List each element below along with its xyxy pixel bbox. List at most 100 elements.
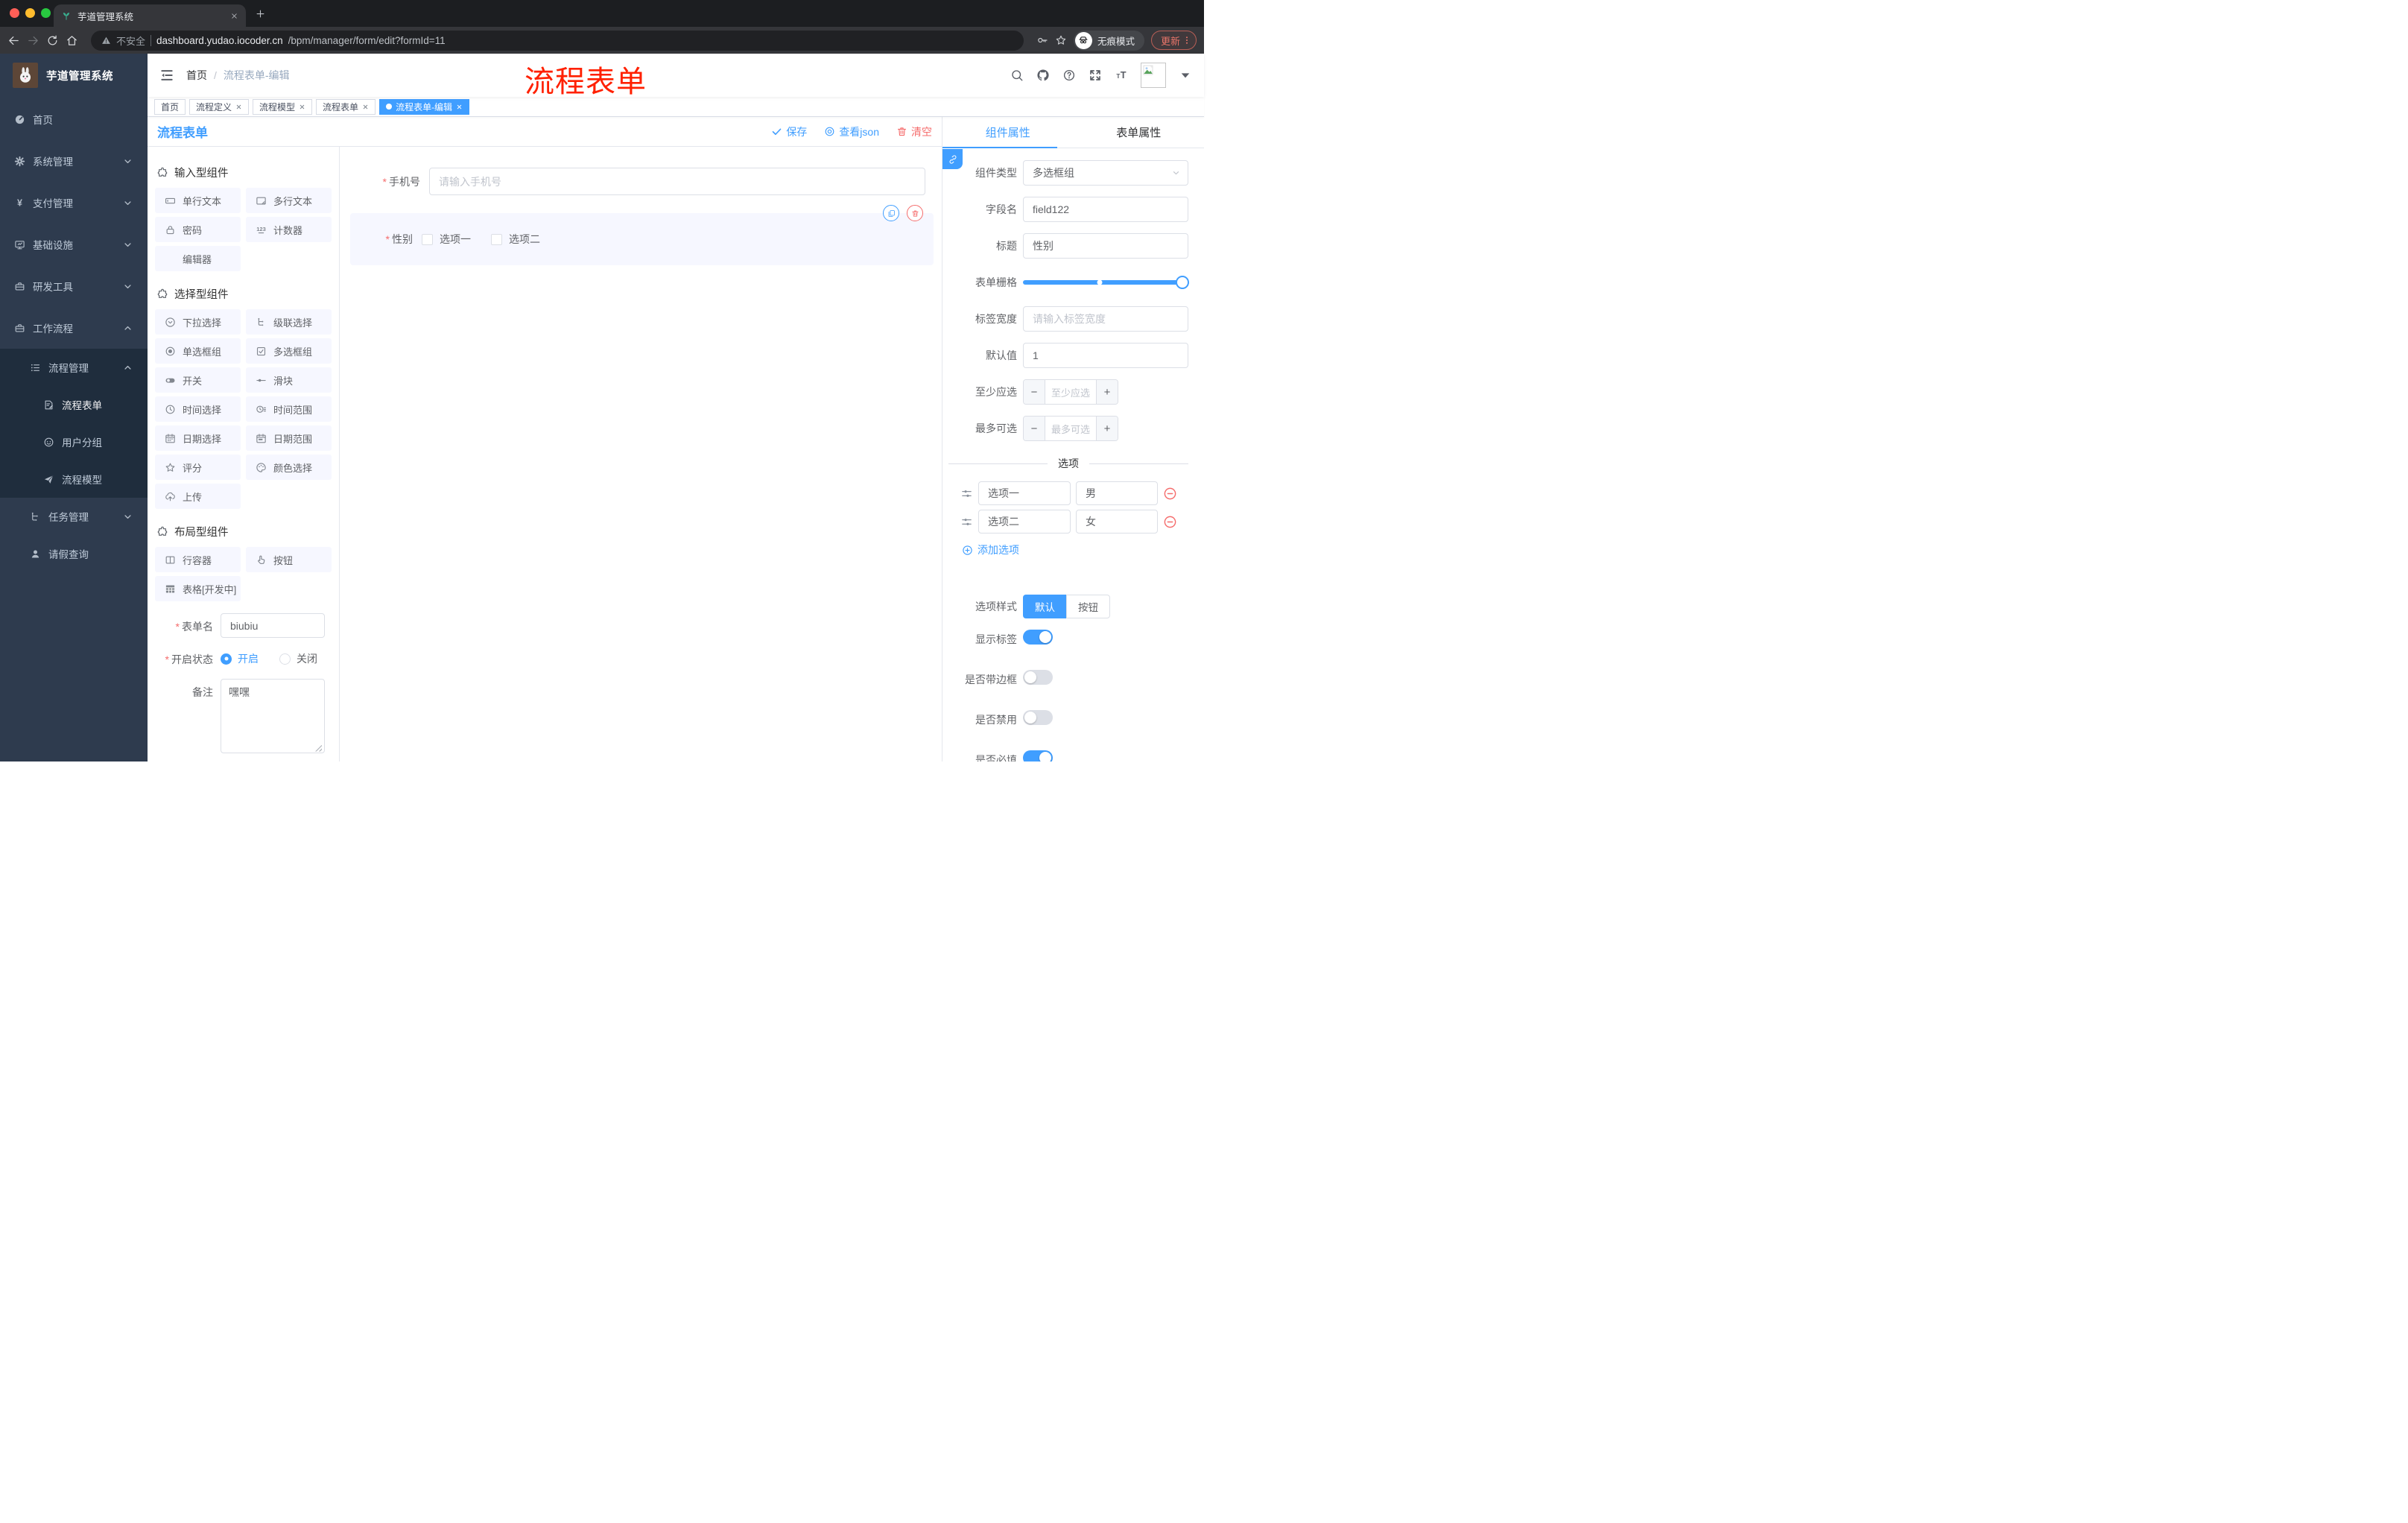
sidebar-item-7[interactable]: 流程表单 — [0, 386, 148, 423]
close-tag-icon[interactable] — [235, 104, 242, 110]
sidebar-item-2[interactable]: ¥ 支付管理 — [0, 182, 148, 224]
sidebar-item-10[interactable]: 任务管理 — [0, 498, 148, 535]
address-bar[interactable]: 不安全 dashboard.yudao.iocoder.cn /bpm/mana… — [91, 30, 1024, 51]
drag-handle-icon[interactable] — [960, 516, 973, 528]
component-item-2-1[interactable]: 按钮 — [246, 547, 332, 572]
component-item-1-3[interactable]: 多选框组 — [246, 338, 332, 364]
fullscreen-icon[interactable] — [1089, 69, 1102, 82]
avatar-caret-icon[interactable] — [1179, 69, 1192, 82]
component-item-0-1[interactable]: 多行文本 — [246, 188, 332, 213]
option-value-input[interactable] — [1076, 481, 1158, 505]
password-key-icon[interactable] — [1036, 34, 1048, 46]
clear-button[interactable]: 清空 — [896, 124, 932, 139]
sidebar-item-8[interactable]: 用户分组 — [0, 423, 148, 460]
component-item-1-5[interactable]: 滑块 — [246, 367, 332, 393]
component-item-1-11[interactable]: 颜色选择 — [246, 455, 332, 480]
save-button[interactable]: 保存 — [771, 124, 807, 139]
avatar[interactable] — [1141, 63, 1166, 88]
gender-option-0[interactable]: 选项一 — [422, 232, 471, 247]
toggle-1[interactable] — [1023, 670, 1053, 685]
toggle-2[interactable] — [1023, 710, 1053, 725]
github-icon[interactable] — [1036, 69, 1050, 82]
close-tab-icon[interactable] — [230, 12, 238, 20]
close-tag-icon[interactable] — [456, 104, 463, 110]
form-remark-textarea[interactable]: 嘿嘿 — [221, 678, 325, 753]
tag-1[interactable]: 流程定义 — [189, 98, 250, 115]
gender-option-1[interactable]: 选项二 — [491, 232, 540, 247]
component-item-0-4[interactable]: 编辑器 — [155, 246, 241, 271]
component-item-1-4[interactable]: 开关 — [155, 367, 241, 393]
maximize-window-button[interactable] — [41, 8, 51, 18]
component-item-0-0[interactable]: 单行文本 — [155, 188, 241, 213]
component-item-0-3[interactable]: 123 计数器 — [246, 217, 332, 242]
update-button[interactable]: 更新 — [1150, 31, 1197, 50]
component-item-2-2[interactable]: 表格[开发中] — [155, 576, 241, 601]
component-item-1-1[interactable]: 级联选择 — [246, 309, 332, 335]
phone-input[interactable] — [429, 168, 925, 195]
slider-handle[interactable] — [1176, 276, 1189, 289]
help-icon[interactable] — [1062, 69, 1076, 82]
stepper-increase-button[interactable]: + — [1096, 417, 1118, 440]
drag-handle-icon[interactable] — [960, 487, 973, 500]
browser-tab[interactable]: 芋道管理系统 — [54, 4, 246, 27]
stepper-decrease-button[interactable]: − — [1024, 380, 1045, 404]
tag-4[interactable]: 流程表单-编辑 — [379, 98, 470, 115]
component-item-1-7[interactable]: 时间范围 — [246, 396, 332, 422]
tag-3[interactable]: 流程表单 — [316, 98, 376, 115]
option-value-input[interactable] — [1076, 510, 1158, 533]
forward-icon[interactable] — [27, 34, 39, 47]
form-grid-slider[interactable] — [1023, 276, 1189, 289]
close-window-button[interactable] — [10, 8, 19, 18]
sidebar-item-3[interactable]: 基础设施 — [0, 224, 148, 265]
option-style-0[interactable]: 默认 — [1023, 595, 1066, 618]
breadcrumb-home[interactable]: 首页 — [186, 68, 207, 83]
stepper-increase-button[interactable]: + — [1096, 380, 1118, 404]
component-item-0-2[interactable]: 密码 — [155, 217, 241, 242]
toggle-0[interactable] — [1023, 630, 1053, 645]
sidebar-item-11[interactable]: 请假查询 — [0, 535, 148, 572]
option-style-1[interactable]: 按钮 — [1066, 595, 1110, 618]
sidebar-item-6[interactable]: 流程管理 — [0, 349, 148, 386]
link-flag-icon[interactable] — [942, 149, 963, 169]
checkbox[interactable] — [422, 233, 433, 245]
sidebar-item-5[interactable]: 工作流程 — [0, 307, 148, 349]
status-radio-1[interactable]: 关闭 — [279, 651, 317, 666]
remove-option-icon[interactable] — [1163, 487, 1177, 501]
component-item-1-0[interactable]: 下拉选择 — [155, 309, 241, 335]
sidebar-item-0[interactable]: 首页 — [0, 98, 148, 140]
option-label-input[interactable] — [978, 510, 1071, 533]
status-radio-0[interactable]: 开启 — [221, 651, 259, 666]
bookmark-star-icon[interactable] — [1055, 34, 1067, 46]
default-value-input[interactable] — [1023, 343, 1188, 368]
add-option-button[interactable]: 添加选项 — [942, 542, 1188, 557]
not-secure-warning-icon[interactable] — [101, 36, 111, 45]
close-tag-icon[interactable] — [299, 104, 305, 110]
close-tag-icon[interactable] — [362, 104, 369, 110]
back-icon[interactable] — [7, 34, 20, 47]
title-input[interactable] — [1023, 233, 1188, 259]
component-item-1-9[interactable]: 日期范围 — [246, 425, 332, 451]
copy-component-button[interactable] — [883, 205, 899, 221]
component-type-select[interactable] — [1023, 160, 1188, 186]
min-select-placeholder[interactable]: 至少应选 — [1045, 380, 1096, 404]
sidebar-item-4[interactable]: 研发工具 — [0, 265, 148, 307]
component-item-1-12[interactable]: 上传 — [155, 484, 241, 509]
view-json-button[interactable]: 查看json — [824, 124, 879, 139]
field-name-input[interactable] — [1023, 197, 1188, 222]
component-item-1-6[interactable]: 时间选择 — [155, 396, 241, 422]
stepper-decrease-button[interactable]: − — [1024, 417, 1045, 440]
option-label-input[interactable] — [978, 481, 1071, 505]
search-icon[interactable] — [1010, 69, 1024, 82]
component-item-1-8[interactable]: 日期选择 — [155, 425, 241, 451]
component-item-2-0[interactable]: 行容器 — [155, 547, 241, 572]
toggle-3[interactable] — [1023, 750, 1053, 762]
label-width-input[interactable] — [1023, 306, 1188, 332]
remove-option-icon[interactable] — [1163, 515, 1177, 529]
minimize-window-button[interactable] — [25, 8, 35, 18]
tag-2[interactable]: 流程模型 — [253, 98, 313, 115]
component-item-1-2[interactable]: 单选框组 — [155, 338, 241, 364]
reload-icon[interactable] — [46, 34, 59, 47]
browser-menu-dots-icon[interactable] — [1182, 35, 1192, 45]
checkbox[interactable] — [491, 233, 502, 245]
collapse-sidebar-icon[interactable] — [159, 68, 174, 83]
